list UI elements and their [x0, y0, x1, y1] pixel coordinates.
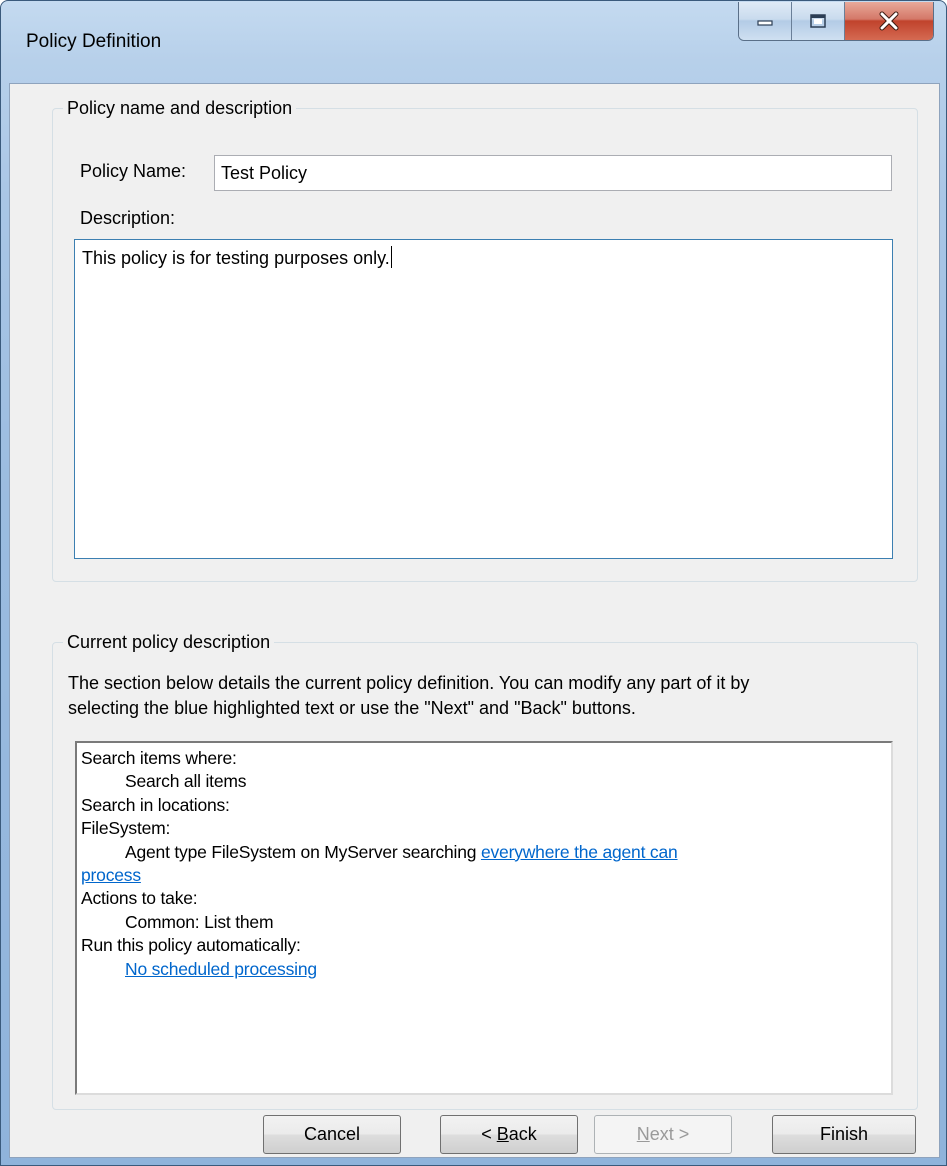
run-automatically-text: Run this policy automatically:	[81, 935, 301, 956]
text-caret	[390, 246, 392, 268]
dialog-client-area: Policy name and description Policy Name:…	[9, 83, 940, 1158]
minimize-button[interactable]	[739, 2, 792, 40]
policy-definition-window: Policy Definition Policy name and descri…	[0, 0, 947, 1166]
title-bar[interactable]: Policy Definition	[1, 1, 946, 83]
cancel-button[interactable]: Cancel	[263, 1115, 401, 1154]
policy-name-group-label: Policy name and description	[67, 98, 293, 118]
schedule-link[interactable]: No scheduled processing	[125, 959, 317, 979]
next-button-accel: N	[636, 1124, 650, 1144]
policy-details-box[interactable]: Search items where: Search all items Sea…	[75, 741, 893, 1095]
actions-to-take-text: Actions to take:	[81, 888, 198, 909]
policy-name-input[interactable]	[214, 155, 892, 191]
finish-button[interactable]: Finish	[772, 1115, 916, 1154]
agent-scope-link-continued[interactable]: process	[81, 865, 141, 885]
next-button-rest: ext >	[649, 1124, 690, 1144]
current-policy-intro-line1: The section below details the current po…	[68, 673, 750, 693]
minimize-icon	[757, 20, 773, 26]
maximize-button[interactable]	[792, 2, 845, 40]
policy-name-label: Policy Name:	[80, 161, 187, 181]
back-button-prefix: <	[481, 1124, 497, 1144]
agent-text: Agent type FileSystem on MyServer search…	[125, 841, 481, 862]
maximize-icon	[810, 14, 826, 28]
next-button[interactable]: Next >	[594, 1115, 732, 1154]
current-policy-intro-line2: selecting the blue highlighted text or u…	[68, 698, 636, 718]
back-button[interactable]: < Back	[440, 1115, 578, 1154]
agent-scope-link[interactable]: everywhere the agent can	[481, 842, 678, 862]
description-label: Description:	[80, 208, 176, 228]
search-in-locations-text: Search in locations:	[81, 794, 230, 815]
close-icon	[879, 11, 899, 31]
search-items-where-text: Search items where:	[81, 748, 237, 768]
back-button-rest: ack	[508, 1124, 537, 1144]
back-button-accel: B	[496, 1124, 509, 1144]
common-action-text: Common: List them	[125, 911, 274, 932]
current-policy-group-label: Current policy description	[67, 632, 271, 652]
schedule-line: No scheduled processing	[81, 958, 887, 981]
filesystem-text: FileSystem:	[81, 818, 171, 839]
agent-line-continued: process	[81, 864, 887, 887]
description-text: This policy is for testing purposes only…	[82, 248, 390, 268]
caption-buttons	[738, 2, 934, 41]
close-button[interactable]	[845, 2, 933, 40]
search-all-items-text: Search all items	[125, 771, 247, 792]
window-title: Policy Definition	[26, 31, 162, 52]
description-textarea[interactable]: This policy is for testing purposes only…	[74, 239, 893, 559]
agent-line: Agent type FileSystem on MyServer search…	[81, 841, 887, 864]
